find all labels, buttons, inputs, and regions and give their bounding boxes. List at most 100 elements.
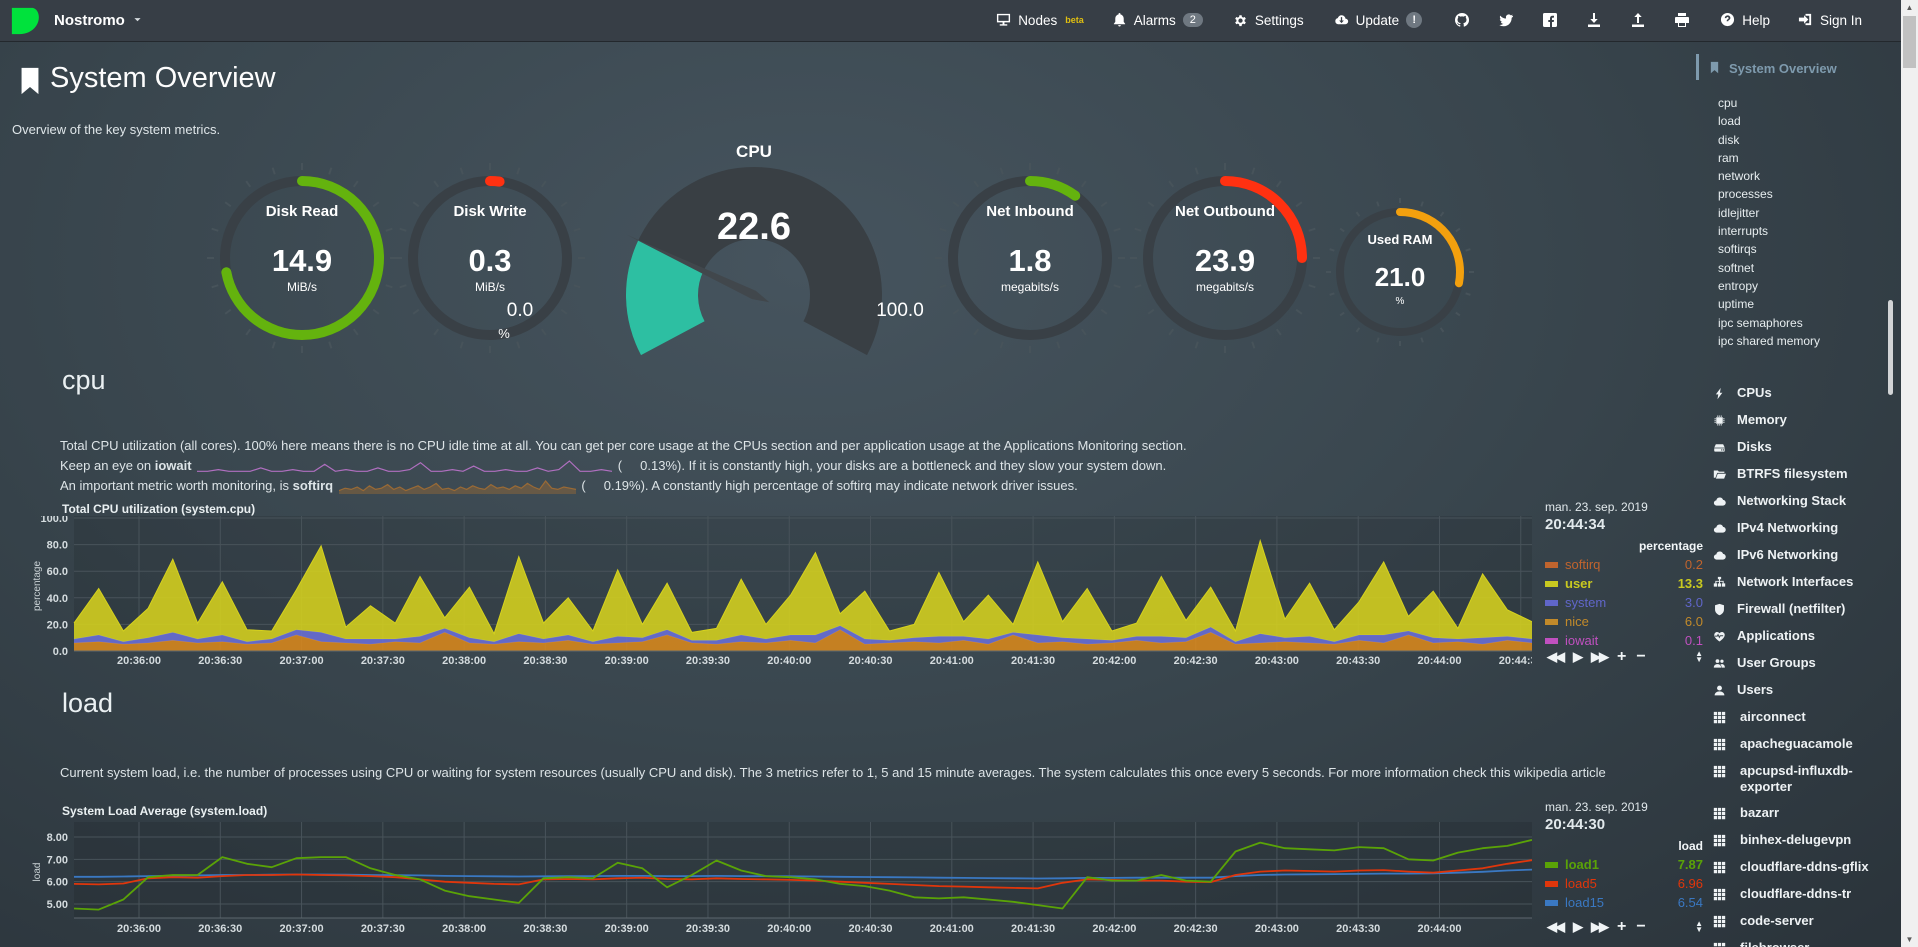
- help-button[interactable]: Help: [1720, 12, 1770, 29]
- sidebar-item-load[interactable]: load: [1700, 112, 1901, 130]
- legend-row-load5[interactable]: load56.96: [1545, 876, 1703, 891]
- cpu-utilization-chart[interactable]: 20:36:0020:36:3020:37:0020:37:3020:38:00…: [30, 516, 1532, 668]
- scroll-down-arrow[interactable]: ▼: [1901, 935, 1918, 944]
- cpu-gauge-title: CPU: [736, 142, 772, 162]
- sidebar-item-network-interfaces[interactable]: Network Interfaces: [1700, 569, 1901, 596]
- sidebar-item-label: code-server: [1740, 913, 1814, 929]
- gauge-used-ram[interactable]: Used RAM21.0%: [1320, 192, 1480, 352]
- play-button[interactable]: ▶: [1573, 649, 1581, 665]
- sidebar-item-cpu[interactable]: cpu: [1700, 94, 1901, 112]
- signin-label: Sign In: [1820, 13, 1862, 28]
- sidebar-item-system-overview[interactable]: System Overview: [1708, 56, 1901, 80]
- play-button[interactable]: ▶: [1573, 919, 1581, 935]
- nav-update-button[interactable]: Update !: [1334, 12, 1423, 29]
- sidebar-item-ipc-semaphores[interactable]: ipc semaphores: [1700, 314, 1901, 332]
- netdata-logo-icon[interactable]: [10, 6, 40, 36]
- sidebar-item-ram[interactable]: ram: [1700, 149, 1901, 167]
- grid-icon: [1713, 764, 1730, 780]
- sidebar-item-cpus[interactable]: CPUs: [1700, 380, 1901, 407]
- sidebar-item-ipv6-networking[interactable]: IPv6 Networking: [1700, 542, 1901, 569]
- iowait-sparkline[interactable]: [197, 460, 612, 474]
- sidebar-item-networking-stack[interactable]: Networking Stack: [1700, 488, 1901, 515]
- forward-button[interactable]: ▶▶: [1591, 649, 1607, 665]
- sidebar-item-ipv4-networking[interactable]: IPv4 Networking: [1700, 515, 1901, 542]
- sidebar-item-user-groups[interactable]: User Groups: [1700, 650, 1901, 677]
- softirq-sparkline[interactable]: [339, 480, 576, 494]
- load-average-chart[interactable]: 20:36:0020:36:3020:37:0020:37:3020:38:00…: [30, 822, 1532, 940]
- github-button[interactable]: [1454, 12, 1470, 28]
- sidebar-scrollbar-thumb[interactable]: [1888, 300, 1893, 395]
- sidebar-item-interrupts[interactable]: interrupts: [1700, 222, 1901, 240]
- sidebar-item-code-server[interactable]: code-server: [1700, 908, 1901, 935]
- nav-alarms-button[interactable]: Alarms 2: [1112, 12, 1203, 29]
- scrollbar-thumb[interactable]: [1903, 16, 1916, 68]
- page-title: System Overview: [50, 62, 276, 95]
- legend-chip: [1545, 881, 1558, 887]
- svg-text:20:38:30: 20:38:30: [523, 655, 567, 667]
- sidebar-item-cloudflare-ddns-tr[interactable]: cloudflare-ddns-tr: [1700, 881, 1901, 908]
- legend-row-system[interactable]: system3.0: [1545, 595, 1703, 610]
- rewind-button[interactable]: ◀◀: [1547, 919, 1563, 935]
- svg-text:23.9: 23.9: [1195, 243, 1255, 278]
- gauge-net-inbound[interactable]: Net Inbound1.8megabits/s: [930, 158, 1130, 358]
- minus-button[interactable]: −: [1636, 918, 1645, 936]
- import-snapshot-button[interactable]: [1630, 12, 1646, 28]
- twitter-button[interactable]: [1498, 12, 1514, 28]
- legend-row-load1[interactable]: load17.87: [1545, 857, 1703, 872]
- legend-row-iowait[interactable]: iowait0.1: [1545, 633, 1703, 648]
- sidebar-item-users[interactable]: Users: [1700, 677, 1901, 704]
- minus-button[interactable]: −: [1636, 648, 1645, 666]
- gauge-net-outbound[interactable]: Net Outbound23.9megabits/s: [1125, 158, 1325, 358]
- nav-nodes-button[interactable]: Nodesbeta: [996, 12, 1084, 29]
- sidebar-item-label: bazarr: [1740, 805, 1779, 821]
- sidebar-item-applications[interactable]: Applications: [1700, 623, 1901, 650]
- export-snapshot-button[interactable]: [1586, 12, 1602, 28]
- signin-button[interactable]: Sign In: [1798, 12, 1862, 29]
- sidebar-item-airconnect[interactable]: airconnect: [1700, 704, 1901, 731]
- hostname-dropdown[interactable]: Nostromo: [54, 12, 143, 29]
- sidebar-item-entropy[interactable]: entropy: [1700, 277, 1901, 295]
- sidebar-item-apcupsd-influxdb-exporter[interactable]: apcupsd-influxdb-exporter: [1700, 758, 1901, 800]
- sidebar-item-binhex-delugevpn[interactable]: binhex-delugevpn: [1700, 827, 1901, 854]
- rewind-button[interactable]: ◀◀: [1547, 649, 1563, 665]
- sidebar-item-softirqs[interactable]: softirqs: [1700, 240, 1901, 258]
- sidebar-item-firewall-netfilter-[interactable]: Firewall (netfilter): [1700, 596, 1901, 623]
- sidebar-item-apacheguacamole[interactable]: apacheguacamole: [1700, 731, 1901, 758]
- sidebar-item-memory[interactable]: Memory: [1700, 407, 1901, 434]
- cpu-gauge-max: 100.0: [876, 300, 924, 322]
- svg-text:20:37:30: 20:37:30: [361, 655, 405, 667]
- beta-badge: beta: [1065, 15, 1084, 25]
- plus-button[interactable]: +: [1617, 918, 1626, 936]
- scroll-up-arrow[interactable]: ▲: [1901, 3, 1918, 12]
- svg-text:20:39:30: 20:39:30: [686, 923, 730, 935]
- sidebar-item-softnet[interactable]: softnet: [1700, 259, 1901, 277]
- folder-open-icon: [1713, 467, 1730, 483]
- legend-name: nice: [1565, 614, 1589, 629]
- forward-button[interactable]: ▶▶: [1591, 919, 1607, 935]
- sidebar-item-network[interactable]: network: [1700, 167, 1901, 185]
- sidebar-item-filebrowser[interactable]: filebrowser: [1700, 935, 1901, 947]
- wikipedia-article-link[interactable]: wikipedia article: [1514, 765, 1606, 780]
- sidebar-item-uptime[interactable]: uptime: [1700, 295, 1901, 313]
- legend-row-nice[interactable]: nice6.0: [1545, 614, 1703, 629]
- print-button[interactable]: [1674, 12, 1690, 28]
- sidebar-item-bazarr[interactable]: bazarr: [1700, 800, 1901, 827]
- sidebar-item-disk[interactable]: disk: [1700, 131, 1901, 149]
- plus-button[interactable]: +: [1617, 648, 1626, 666]
- legend-row-user[interactable]: user13.3: [1545, 576, 1703, 591]
- sidebar-item-disks[interactable]: Disks: [1700, 434, 1901, 461]
- page-scrollbar[interactable]: ▲ ▼: [1901, 0, 1918, 947]
- legend-row-load15[interactable]: load156.54: [1545, 895, 1703, 910]
- nav-settings-button[interactable]: Settings: [1233, 12, 1304, 29]
- svg-text:20:39:00: 20:39:00: [605, 655, 649, 667]
- sidebar-item-processes[interactable]: processes: [1700, 185, 1901, 203]
- sidebar-item-idlejitter[interactable]: idlejitter: [1700, 204, 1901, 222]
- sidebar-item-ipc-shared-memory[interactable]: ipc shared memory: [1700, 332, 1901, 350]
- legend-chip: [1545, 862, 1558, 868]
- legend-row-softirq[interactable]: softirq0.2: [1545, 557, 1703, 572]
- sidebar-item-btrfs-filesystem[interactable]: BTRFS filesystem: [1700, 461, 1901, 488]
- facebook-button[interactable]: [1542, 12, 1558, 28]
- svg-text:20:36:30: 20:36:30: [198, 923, 242, 935]
- gauge-disk-read[interactable]: Disk Read14.9MiB/s: [202, 158, 402, 358]
- sidebar-item-cloudflare-ddns-gflix[interactable]: cloudflare-ddns-gflix: [1700, 854, 1901, 881]
